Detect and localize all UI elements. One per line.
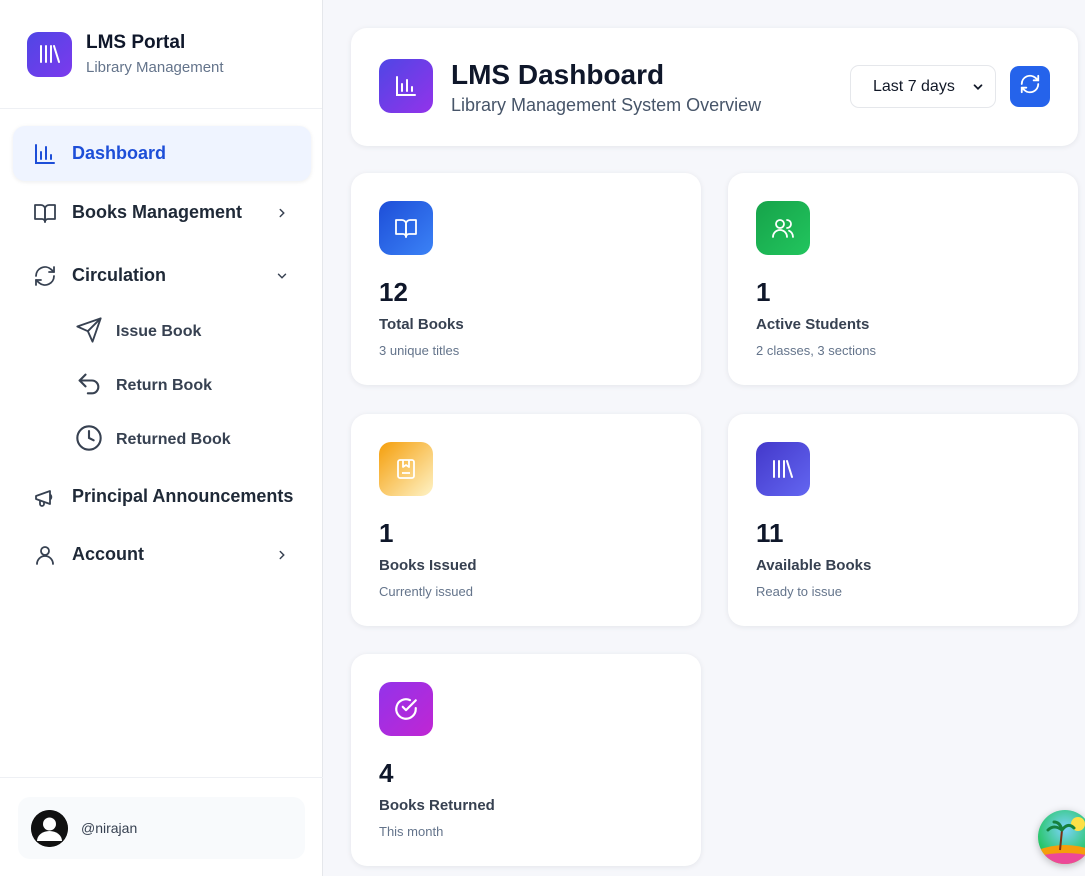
bookmark-book-icon [379,442,433,496]
sidebar-item-label: Books Management [72,202,243,222]
library-icon [27,31,72,77]
sidebar: LMS Portal Library Management Dashboard … [0,0,323,876]
library-icon [756,442,810,496]
bar-chart-icon [32,141,58,167]
sidebar-footer: @nirajan [0,777,323,876]
stat-label: Active Students [756,316,870,333]
sidebar-item-label: Issue Book [116,323,202,340]
date-range-select[interactable]: Last 7 days [850,65,996,108]
book-open-icon [32,200,58,226]
sidebar-item-label: Dashboard [72,143,167,163]
user-handle: @nirajan [81,820,138,836]
floating-assistant-button[interactable] [1038,810,1085,864]
chevron-right-icon [275,206,289,220]
stat-label: Total Books [379,316,464,333]
page-subtitle: Library Management System Overview [451,95,762,115]
stat-value: 1 [756,277,771,307]
brand-title: LMS Portal [86,32,186,53]
bar-chart-icon [379,59,433,113]
stat-subtext: Currently issued [379,584,473,599]
refresh-icon [32,263,58,289]
stat-subtext: This month [379,824,444,839]
stat-subtext: 3 unique titles [379,343,460,358]
dashboard-header: LMS Dashboard Library Management System … [351,28,1078,146]
date-range-value: Last 7 days [873,77,955,95]
stat-value: 11 [756,518,784,548]
brand-subtitle: Library Management [86,59,224,76]
page-title: LMS Dashboard [451,59,665,90]
chevron-down-icon [971,80,985,99]
user-profile-card[interactable]: @nirajan [18,797,305,859]
sidebar-item-label: Circulation [72,265,167,285]
stat-subtext: 2 classes, 3 sections [756,343,876,358]
sidebar-item-account[interactable]: Account [13,527,311,582]
stat-card-active-students: 1 Active Students 2 classes, 3 sections [728,173,1078,385]
users-icon [756,201,810,255]
stat-value: 1 [379,518,394,548]
sidebar-item-returned-book[interactable]: Returned Book [75,420,311,460]
sidebar-item-label: Principal Announcements [72,486,294,506]
check-circle-icon [379,682,433,736]
megaphone-icon [32,484,58,510]
send-icon [75,316,103,349]
clock-icon [75,424,103,457]
sidebar-item-dashboard[interactable]: Dashboard [13,126,311,181]
sidebar-item-books-management[interactable]: Books Management [13,185,311,240]
chevron-right-icon [275,548,289,562]
avatar [31,809,68,847]
stat-card-available-books: 11 Available Books Ready to issue [728,414,1078,626]
stat-value: 4 [379,758,394,788]
sidebar-item-label: Return Book [116,377,212,394]
book-open-icon [379,201,433,255]
brand: LMS Portal Library Management [0,0,322,109]
stat-label: Books Issued [379,557,477,574]
sidebar-item-return-book[interactable]: Return Book [75,366,311,406]
stat-card-total-books: 12 Total Books 3 unique titles [351,173,701,385]
stat-subtext: Ready to issue [756,584,842,599]
chevron-down-icon [275,269,289,283]
undo-icon [75,370,103,403]
island-icon [1038,817,1085,864]
stat-label: Available Books [756,557,872,574]
refresh-icon [1019,73,1041,100]
stat-card-books-returned: 4 Books Returned This month [351,654,701,866]
sidebar-item-announcements[interactable]: Principal Announcements [13,469,311,524]
sidebar-item-label: Account [72,544,144,564]
sidebar-item-issue-book[interactable]: Issue Book [75,312,311,352]
stat-value: 12 [379,277,408,307]
stat-card-books-issued: 1 Books Issued Currently issued [351,414,701,626]
sidebar-item-circulation[interactable]: Circulation [13,248,311,303]
user-icon [32,542,58,568]
sidebar-item-label: Returned Book [116,431,231,448]
stat-label: Books Returned [379,797,495,814]
refresh-button[interactable] [1010,66,1050,107]
